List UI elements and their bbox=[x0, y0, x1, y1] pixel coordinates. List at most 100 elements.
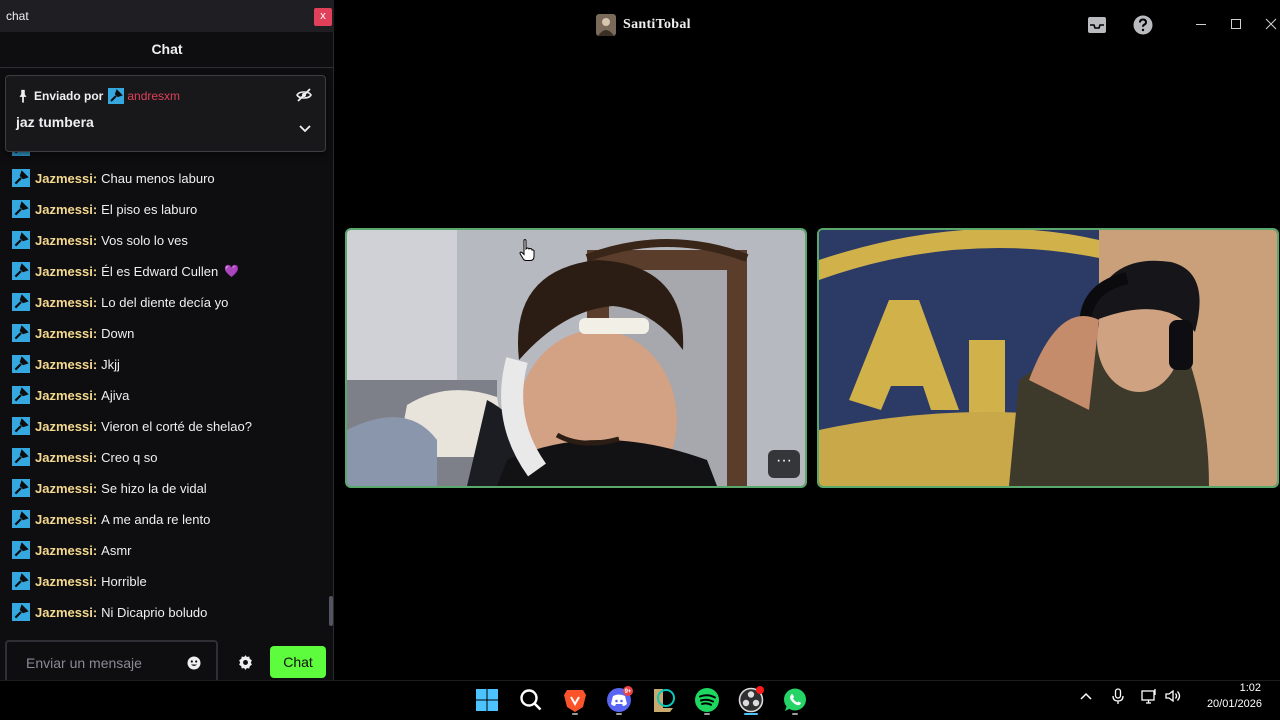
chat-username[interactable]: Jazmessi bbox=[35, 171, 93, 186]
search-icon[interactable] bbox=[517, 686, 545, 714]
maximize-icon[interactable] bbox=[1228, 16, 1244, 32]
brave-running-indicator bbox=[572, 713, 578, 715]
spotify-icon[interactable] bbox=[693, 686, 721, 714]
discord-running-indicator bbox=[616, 713, 622, 715]
taskbar-clock-date[interactable]: 20/01/2026 bbox=[1190, 698, 1262, 710]
user-badge-icon bbox=[12, 231, 30, 249]
pinned-message-text: jaz tumbera bbox=[16, 114, 94, 130]
call-title: SantiTobal bbox=[623, 17, 691, 32]
chat-message: Jazmessi: El piso es laburo bbox=[12, 198, 197, 220]
chat-username[interactable]: Jazmessi bbox=[35, 295, 93, 310]
chat-username[interactable]: Jazmessi bbox=[35, 388, 93, 403]
chat-username[interactable]: Jazmessi bbox=[35, 357, 93, 372]
whatsapp-icon[interactable] bbox=[781, 686, 809, 714]
chat-message-text: Lo del diente decía yo bbox=[101, 294, 229, 310]
chat-window: chat x Chat Jazmessi: Chau menos laburo Ja… bbox=[0, 0, 334, 688]
chat-message: Jazmessi: A me anda re lento bbox=[12, 508, 210, 530]
pinned-message[interactable]: Enviado por andresxm jaz tumbera bbox=[5, 75, 326, 152]
minimize-icon[interactable] bbox=[1193, 16, 1209, 32]
chat-username[interactable]: Jazmessi bbox=[35, 512, 93, 527]
chat-username[interactable]: Jazmessi bbox=[35, 543, 93, 558]
chat-message: Jazmessi: Ajiva bbox=[12, 384, 129, 406]
obs-active-indicator bbox=[744, 713, 758, 715]
more-options-button[interactable]: ··· bbox=[768, 450, 800, 478]
chat-message-text: Jkjj bbox=[101, 356, 120, 372]
pin-icon bbox=[19, 89, 27, 103]
pinned-username[interactable]: andresxm bbox=[127, 89, 180, 103]
chat-message-list[interactable]: Jazmessi: Chau menos laburo Jazmessi: El pi… bbox=[0, 147, 326, 631]
chat-username-colon: : bbox=[92, 573, 98, 589]
user-badge-icon bbox=[12, 200, 30, 218]
chat-message: Jazmessi: Vieron el corté de shelao? bbox=[12, 415, 252, 437]
chat-message: Jazmessi: Horrible bbox=[12, 570, 147, 592]
chat-message: Jazmessi: Se hizo la de vidal bbox=[12, 477, 207, 499]
user-badge-icon bbox=[12, 603, 30, 621]
chat-message-text: El piso es laburo bbox=[101, 201, 198, 217]
chat-username-colon: : bbox=[92, 232, 98, 248]
chat-message-text: Vos solo lo ves bbox=[101, 232, 188, 248]
chat-message-text: Down bbox=[101, 325, 135, 341]
user-badge-icon bbox=[12, 262, 30, 280]
user-badge-icon bbox=[12, 417, 30, 435]
user-badge-icon bbox=[12, 479, 30, 497]
chat-scrollbar[interactable] bbox=[329, 596, 333, 626]
chat-close-button[interactable]: x bbox=[314, 8, 332, 26]
brave-browser-icon[interactable] bbox=[561, 686, 589, 714]
discord-icon[interactable]: 9+ bbox=[605, 686, 633, 714]
spotify-running-indicator bbox=[704, 713, 710, 715]
emote-picker-icon[interactable] bbox=[186, 655, 202, 671]
chat-message: Jazmessi: Vos solo lo ves bbox=[12, 229, 188, 251]
chat-username[interactable]: Jazmessi bbox=[35, 202, 93, 217]
chat-username[interactable]: Jazmessi bbox=[35, 233, 93, 248]
chat-message-text: Ajiva bbox=[101, 387, 130, 403]
chat-message-text: Chau menos laburo bbox=[101, 170, 215, 186]
chat-username-colon: : bbox=[92, 418, 98, 434]
user-badge-icon bbox=[108, 88, 125, 104]
chat-username-colon: : bbox=[92, 480, 98, 496]
discord-notification-badge: 9+ bbox=[625, 689, 632, 695]
chat-username[interactable]: Jazmessi bbox=[35, 326, 93, 341]
chat-message-text: Se hizo la de vidal bbox=[101, 480, 207, 496]
pinned-sent-by-label: Enviado por bbox=[34, 89, 104, 103]
user-badge-icon bbox=[12, 448, 30, 466]
send-chat-button[interactable]: Chat bbox=[270, 646, 326, 678]
chat-message: Jazmessi: Jkjj bbox=[12, 353, 120, 375]
chat-username[interactable]: Jazmessi bbox=[35, 574, 93, 589]
user-badge-icon bbox=[12, 572, 30, 590]
eye-slash-icon[interactable] bbox=[296, 87, 312, 103]
chat-message: Jazmessi: Down bbox=[12, 322, 134, 344]
chat-message-text: Vieron el corté de shelao? bbox=[101, 418, 252, 434]
chat-message-text: A me anda re lento bbox=[101, 511, 211, 527]
user-badge-icon bbox=[12, 293, 30, 311]
video-tile-participant-1[interactable] bbox=[345, 228, 807, 488]
windows-start-icon[interactable] bbox=[473, 686, 501, 714]
chat-message-text: Ni Dicaprio boludo bbox=[101, 604, 208, 620]
chat-username[interactable]: Jazmessi bbox=[35, 450, 93, 465]
caller-avatar-icon bbox=[596, 14, 616, 36]
network-icon[interactable] bbox=[1140, 687, 1158, 705]
taskbar-clock-time[interactable]: 1:02 bbox=[1205, 682, 1261, 694]
chevron-down-icon[interactable] bbox=[297, 120, 313, 136]
chat-heading: Chat bbox=[151, 41, 183, 57]
inbox-icon[interactable] bbox=[1086, 14, 1108, 36]
chat-username[interactable]: Jazmessi bbox=[35, 264, 93, 279]
gear-icon[interactable] bbox=[237, 654, 254, 671]
chat-username-colon: : bbox=[92, 325, 98, 341]
close-icon[interactable] bbox=[1263, 16, 1279, 32]
chat-username-colon: : bbox=[92, 387, 98, 403]
chat-message: Jazmessi: Él es Edward Cullen 💜 bbox=[12, 260, 239, 282]
chat-username[interactable]: Jazmessi bbox=[35, 605, 93, 620]
obs-icon[interactable] bbox=[737, 686, 765, 714]
chat-message-input[interactable]: Enviar un mensaje bbox=[5, 640, 218, 685]
microphone-icon[interactable] bbox=[1109, 687, 1127, 705]
video-tile-participant-2[interactable] bbox=[817, 228, 1279, 488]
chat-username[interactable]: Jazmessi bbox=[35, 481, 93, 496]
chat-input-placeholder: Enviar un mensaje bbox=[26, 655, 142, 671]
chat-message: Jazmessi: Creo q so bbox=[12, 446, 158, 468]
help-icon[interactable] bbox=[1132, 14, 1154, 36]
volume-icon[interactable] bbox=[1164, 687, 1182, 705]
chevron-up-icon[interactable] bbox=[1077, 687, 1095, 705]
league-of-legends-icon[interactable] bbox=[649, 686, 677, 714]
chat-username[interactable]: Jazmessi bbox=[35, 419, 93, 434]
chat-username-colon: : bbox=[92, 604, 98, 620]
